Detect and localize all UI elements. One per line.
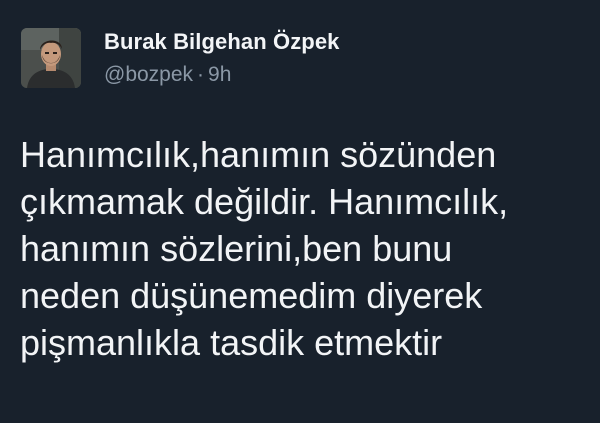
avatar[interactable] xyxy=(21,28,81,88)
tweet-timestamp[interactable]: 9h xyxy=(208,63,231,86)
tweet-card: Burak Bilgehan Özpek @bozpek · 9h Hanımcıl… xyxy=(0,0,600,423)
meta-separator: · xyxy=(197,63,205,86)
profile-photo-icon xyxy=(21,28,81,88)
author-display-name[interactable]: Burak Bilgehan Özpek xyxy=(104,29,340,55)
author-handle[interactable]: @bozpek xyxy=(104,63,193,86)
tweet-text: Hanımcılık,hanımın sözünden çıkmamak değ… xyxy=(20,134,509,363)
tweet-meta: @bozpek · 9h xyxy=(104,63,231,87)
